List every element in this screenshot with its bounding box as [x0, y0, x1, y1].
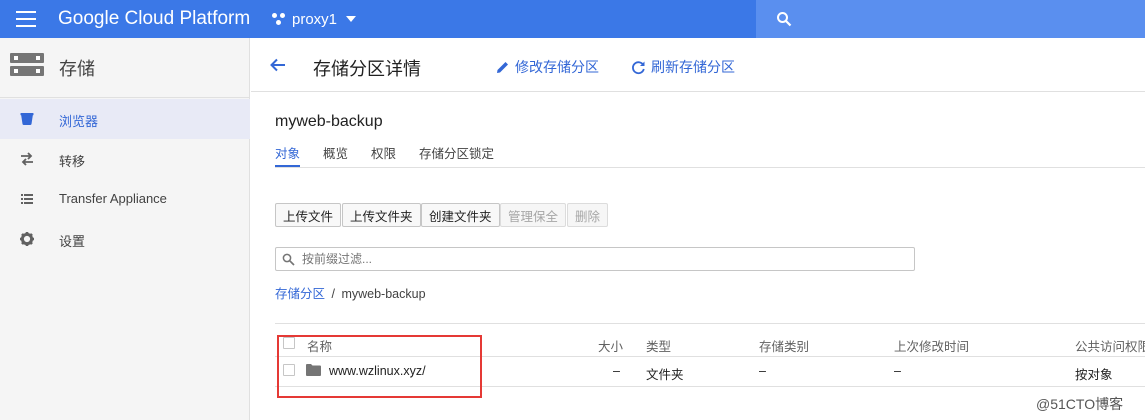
prefix-filter-input[interactable] [300, 251, 900, 267]
nav-title: 存储 [59, 59, 95, 79]
project-dots-icon [272, 12, 286, 26]
edit-bucket-button[interactable]: 修改存储分区 [496, 57, 599, 77]
delete-button[interactable]: 删除 [567, 203, 609, 227]
search-icon [777, 12, 792, 27]
column-header-public-access[interactable]: 公共访问权限 [1075, 336, 1145, 355]
sidebar-item-label: Transfer Appliance [59, 191, 167, 206]
sidebar-item-label: 转移 [59, 154, 86, 169]
row-public-access: 按对象 [1075, 368, 1113, 382]
project-selector[interactable]: proxy1 [272, 9, 357, 29]
column-header-type[interactable]: 类型 [646, 336, 671, 355]
row-type: 文件夹 [646, 368, 684, 382]
breadcrumb-current: myweb-backup [341, 287, 426, 301]
list-icon [21, 194, 33, 204]
upload-folder-button[interactable]: 上传文件夹 [342, 203, 421, 227]
sidebar-item-settings[interactable]: 设置 [0, 219, 250, 259]
bucket-icon [20, 113, 34, 125]
sidebar-item-transfer[interactable]: 转移 [0, 139, 250, 179]
bucket-name: myweb-backup [275, 113, 383, 130]
refresh-bucket-button[interactable]: 刷新存储分区 [631, 57, 735, 77]
breadcrumb-root-link[interactable]: 存储分区 [275, 287, 325, 301]
column-header-last-modified[interactable]: 上次修改时间 [894, 336, 969, 355]
hamburger-menu-icon[interactable] [16, 11, 36, 27]
nav-header: 存储 [0, 38, 250, 98]
chevron-down-icon [346, 16, 357, 22]
column-header-storage-class[interactable]: 存储类别 [759, 336, 809, 355]
table-header-divider [275, 356, 1145, 357]
sidebar-item-label: 设置 [59, 234, 86, 249]
app-title[interactable]: Google Cloud Platform [58, 8, 250, 30]
sidebar-item-transfer-appliance[interactable]: Transfer Appliance [0, 179, 250, 219]
top-app-bar: Google Cloud Platform proxy1 [0, 0, 1145, 38]
breadcrumb: 存储分区 / myweb-backup [275, 283, 426, 302]
bucket-tabs: 对象 概览 权限 存储分区锁定 [275, 142, 1145, 168]
manage-holds-button[interactable]: 管理保全 [500, 203, 567, 227]
back-arrow-icon[interactable] [269, 56, 287, 74]
storage-icon [10, 53, 44, 77]
project-name: proxy1 [292, 10, 338, 28]
sidebar-item-browser[interactable]: 浏览器 [0, 99, 250, 139]
row-storage-class: – [759, 364, 766, 378]
refresh-bucket-label: 刷新存储分区 [651, 59, 735, 75]
content-header: 存储分区详情 修改存储分区 刷新存储分区 [251, 38, 1145, 92]
breadcrumb-separator: / [331, 287, 335, 301]
tab-overview[interactable]: 概览 [323, 143, 348, 167]
left-nav: 存储 浏览器 转移 Transfer Appliance 设置 [0, 38, 250, 420]
search-bar[interactable] [756, 0, 1145, 38]
tab-bucket-lock[interactable]: 存储分区锁定 [419, 143, 494, 167]
create-folder-button[interactable]: 创建文件夹 [421, 203, 500, 227]
upload-files-button[interactable]: 上传文件 [275, 203, 342, 227]
transfer-arrows-icon [21, 152, 33, 166]
table-row-divider [275, 386, 1145, 387]
filter-box [275, 247, 915, 271]
table-top-border [275, 323, 1145, 324]
row-name-link[interactable]: www.wzlinux.xyz/ [329, 364, 426, 378]
tab-objects[interactable]: 对象 [275, 143, 301, 167]
search-icon [282, 253, 295, 266]
folder-icon [306, 364, 321, 376]
pencil-icon [497, 62, 508, 73]
gear-icon [20, 232, 34, 246]
watermark: @51CTO博客 [1036, 396, 1124, 412]
page-title: 存储分区详情 [313, 59, 421, 79]
edit-bucket-label: 修改存储分区 [515, 59, 599, 75]
column-header-name[interactable]: 名称 [307, 336, 332, 355]
sidebar-item-label: 浏览器 [59, 114, 99, 129]
row-checkbox[interactable] [283, 364, 295, 376]
tab-permissions[interactable]: 权限 [371, 143, 396, 167]
refresh-icon [632, 60, 645, 74]
row-last-modified: – [894, 364, 901, 378]
row-size: – [613, 364, 620, 378]
select-all-checkbox[interactable] [283, 337, 295, 349]
column-header-size[interactable]: 大小 [598, 336, 623, 355]
